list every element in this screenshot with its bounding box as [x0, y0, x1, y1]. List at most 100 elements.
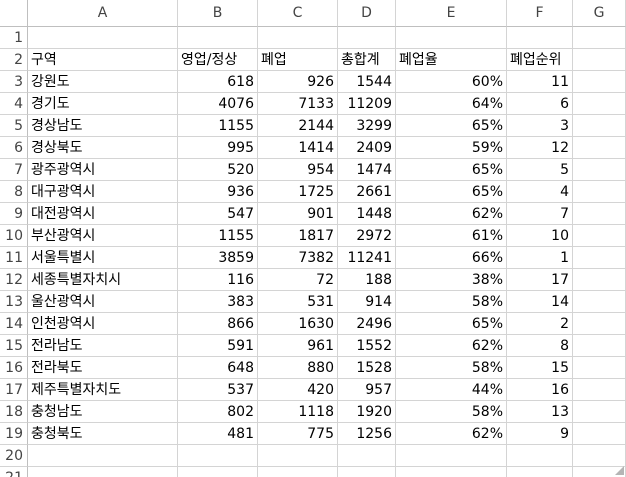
cell-closed[interactable]: 1414	[258, 137, 338, 159]
cell-closure-rate[interactable]: 62%	[396, 423, 507, 445]
row-header[interactable]: 7	[0, 159, 28, 181]
cell-open[interactable]: 520	[178, 159, 258, 181]
cell-region[interactable]: 대전광역시	[28, 203, 178, 225]
column-header-b[interactable]: B	[178, 0, 258, 27]
cell-closure-rank[interactable]: 15	[507, 357, 573, 379]
column-header-f[interactable]: F	[507, 0, 573, 27]
cell-closure-rate[interactable]: 58%	[396, 291, 507, 313]
row-header[interactable]: 5	[0, 115, 28, 137]
cell-closure-rate[interactable]: 66%	[396, 247, 507, 269]
cell[interactable]	[178, 445, 258, 467]
cell-closure-rank[interactable]: 9	[507, 423, 573, 445]
cell-total[interactable]: 188	[338, 269, 396, 291]
cell-open[interactable]: 481	[178, 423, 258, 445]
cell[interactable]	[396, 467, 507, 477]
cell[interactable]	[573, 445, 626, 467]
cell-total[interactable]: 957	[338, 379, 396, 401]
cell-total[interactable]: 1552	[338, 335, 396, 357]
cell[interactable]	[28, 467, 178, 477]
row-header[interactable]: 2	[0, 49, 28, 71]
cell-region[interactable]: 전라남도	[28, 335, 178, 357]
row-header[interactable]: 1	[0, 27, 28, 49]
row-header[interactable]: 20	[0, 445, 28, 467]
cell[interactable]	[573, 203, 626, 225]
cell[interactable]	[338, 467, 396, 477]
row-header[interactable]: 18	[0, 401, 28, 423]
cell[interactable]	[396, 27, 507, 49]
cell-closure-rate[interactable]: 65%	[396, 313, 507, 335]
cell[interactable]	[573, 313, 626, 335]
cell-region[interactable]: 충청남도	[28, 401, 178, 423]
cell-region[interactable]: 대구광역시	[28, 181, 178, 203]
cell[interactable]	[507, 27, 573, 49]
cell[interactable]	[573, 247, 626, 269]
header-cell-region[interactable]: 구역	[28, 49, 178, 71]
cell[interactable]	[258, 27, 338, 49]
cell-closure-rank[interactable]: 3	[507, 115, 573, 137]
cell[interactable]	[258, 467, 338, 477]
cell[interactable]	[573, 291, 626, 313]
cell[interactable]	[396, 445, 507, 467]
cell-closed[interactable]: 531	[258, 291, 338, 313]
cell-closure-rank[interactable]: 14	[507, 291, 573, 313]
cell-region[interactable]: 경상남도	[28, 115, 178, 137]
cell-closure-rank[interactable]: 17	[507, 269, 573, 291]
row-header[interactable]: 9	[0, 203, 28, 225]
header-cell-closure-rate[interactable]: 폐업율	[396, 49, 507, 71]
cell-open[interactable]: 936	[178, 181, 258, 203]
cell[interactable]	[507, 467, 573, 477]
cell-open[interactable]: 3859	[178, 247, 258, 269]
cell-total[interactable]: 1448	[338, 203, 396, 225]
cell[interactable]	[573, 159, 626, 181]
cell[interactable]	[507, 445, 573, 467]
cell[interactable]	[573, 335, 626, 357]
row-header[interactable]: 21	[0, 467, 28, 477]
row-header[interactable]: 3	[0, 71, 28, 93]
cell-closure-rate[interactable]: 44%	[396, 379, 507, 401]
cell-closure-rate[interactable]: 62%	[396, 203, 507, 225]
cell-region[interactable]: 부산광역시	[28, 225, 178, 247]
cell-closure-rank[interactable]: 4	[507, 181, 573, 203]
row-header[interactable]: 4	[0, 93, 28, 115]
cell-region[interactable]: 울산광역시	[28, 291, 178, 313]
cell[interactable]	[178, 27, 258, 49]
cell-open[interactable]: 1155	[178, 115, 258, 137]
header-cell-total[interactable]: 총합계	[338, 49, 396, 71]
cell-closed[interactable]: 7133	[258, 93, 338, 115]
cell-closure-rate[interactable]: 64%	[396, 93, 507, 115]
cell-closure-rank[interactable]: 5	[507, 159, 573, 181]
cell-open[interactable]: 1155	[178, 225, 258, 247]
row-header[interactable]: 8	[0, 181, 28, 203]
cell[interactable]	[338, 445, 396, 467]
cell-total[interactable]: 2972	[338, 225, 396, 247]
cell[interactable]	[573, 115, 626, 137]
cell-region[interactable]: 전라북도	[28, 357, 178, 379]
cell[interactable]	[573, 93, 626, 115]
cell-closure-rate[interactable]: 58%	[396, 401, 507, 423]
row-header[interactable]: 14	[0, 313, 28, 335]
header-cell-closed[interactable]: 폐업	[258, 49, 338, 71]
cell-closure-rank[interactable]: 1	[507, 247, 573, 269]
cell-closed[interactable]: 2144	[258, 115, 338, 137]
cell[interactable]	[28, 27, 178, 49]
cell-closure-rank[interactable]: 10	[507, 225, 573, 247]
row-header[interactable]: 6	[0, 137, 28, 159]
cell-open[interactable]: 648	[178, 357, 258, 379]
cell-closed[interactable]: 1118	[258, 401, 338, 423]
cell-region[interactable]: 강원도	[28, 71, 178, 93]
row-header[interactable]: 13	[0, 291, 28, 313]
cell-closure-rate[interactable]: 58%	[396, 357, 507, 379]
cell[interactable]	[573, 357, 626, 379]
cell[interactable]	[573, 181, 626, 203]
cell-closure-rate[interactable]: 59%	[396, 137, 507, 159]
cell-closure-rate[interactable]: 61%	[396, 225, 507, 247]
cell-closure-rank[interactable]: 16	[507, 379, 573, 401]
cell-closed[interactable]: 926	[258, 71, 338, 93]
header-cell-open[interactable]: 영업/정상	[178, 49, 258, 71]
cell-region[interactable]: 서울특별시	[28, 247, 178, 269]
cell-open[interactable]: 618	[178, 71, 258, 93]
cell-total[interactable]: 914	[338, 291, 396, 313]
cell-closure-rank[interactable]: 6	[507, 93, 573, 115]
cell-closure-rank[interactable]: 11	[507, 71, 573, 93]
cell-closed[interactable]: 1817	[258, 225, 338, 247]
